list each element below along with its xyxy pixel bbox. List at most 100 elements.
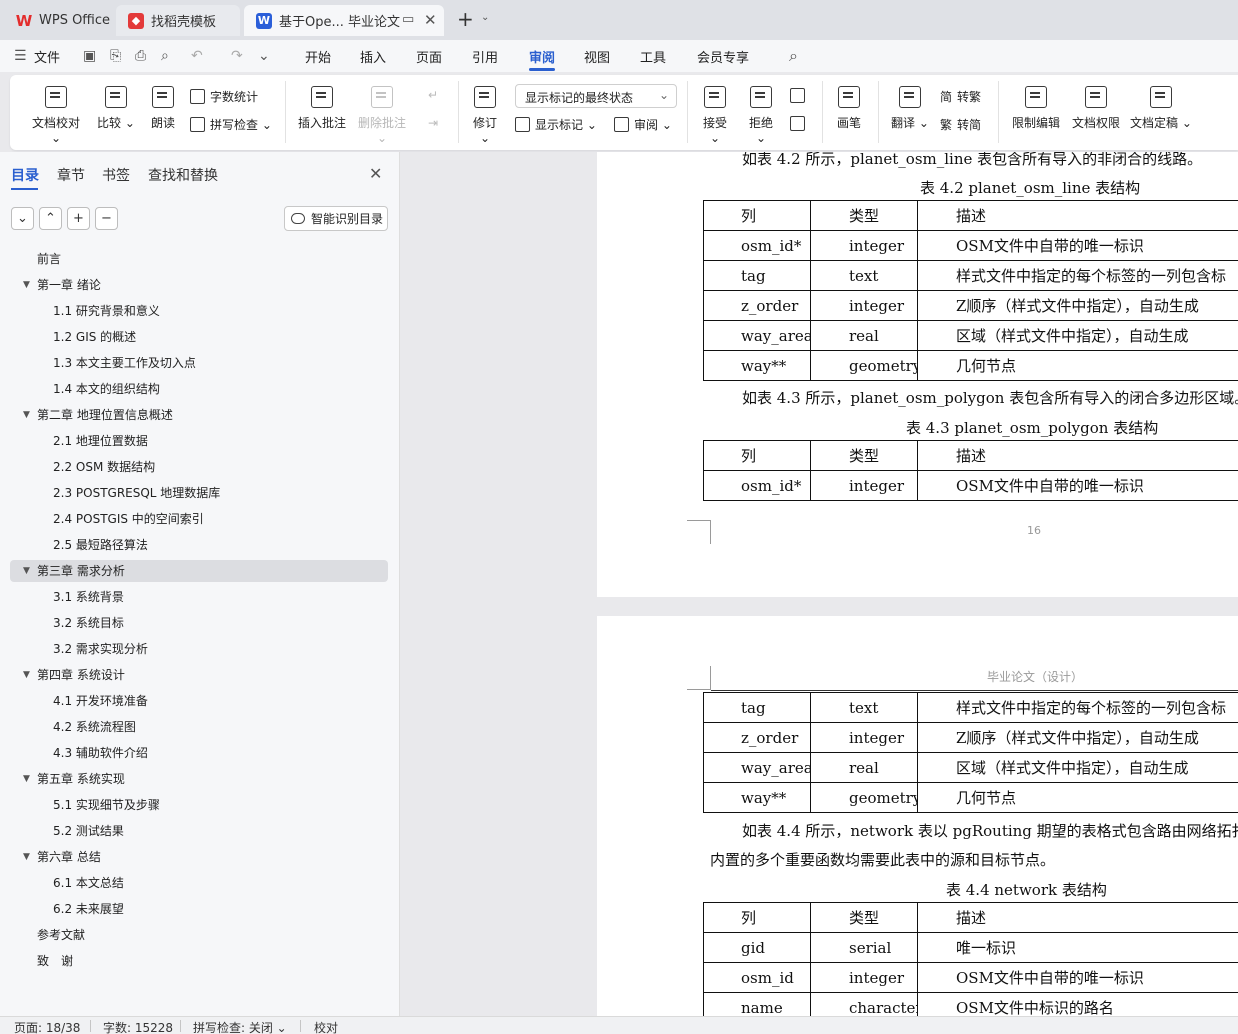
- tab-document[interactable]: W 基于Ope... 毕业论文 ▭ ✕: [244, 5, 444, 36]
- chevron-down-icon[interactable]: ⌄: [481, 12, 489, 23]
- menu-membership[interactable]: 会员专享: [697, 47, 749, 66]
- toc-item[interactable]: 2.2 OSM 数据结构: [53, 456, 155, 478]
- menu-references[interactable]: 引用: [472, 47, 498, 66]
- markup-state-select[interactable]: 显示标记的最终状态 ⌄: [515, 84, 677, 108]
- table[interactable]: 列类型 描述 gid serial 唯一标识 osm_id integer OSM文件中自带的…: [703, 902, 1238, 1016]
- add-heading-button[interactable]: +: [67, 207, 90, 230]
- toc-item[interactable]: 第三章 需求分析: [37, 560, 125, 582]
- next-change-button[interactable]: [790, 116, 810, 131]
- toc-item[interactable]: 5.2 测试结果: [53, 820, 124, 842]
- caret-down-icon[interactable]: ▼: [23, 768, 30, 790]
- document-page[interactable]: 毕业论文（设计） tag text 样式文件中指定的每个标签的一列包含标 z_orde…: [597, 616, 1238, 1016]
- remove-heading-button[interactable]: −: [95, 207, 118, 230]
- toc-item[interactable]: 第四章 系统设计: [37, 664, 125, 686]
- toc-item[interactable]: 3.1 系统背景: [53, 586, 124, 608]
- delete-comment-button[interactable]: 删除批注 ⌄: [357, 86, 407, 145]
- translate-button[interactable]: 翻译 ⌄: [890, 86, 930, 131]
- caret-down-icon[interactable]: ▼: [23, 560, 30, 582]
- toc-item[interactable]: 第一章 绪论: [37, 274, 101, 296]
- share-icon[interactable]: ⎘: [110, 48, 121, 64]
- table[interactable]: tag text 样式文件中指定的每个标签的一列包含标 z_order integer Z…: [703, 692, 1238, 813]
- page-indicator[interactable]: 页面: 18/38: [14, 1019, 80, 1034]
- menu-insert[interactable]: 插入: [360, 47, 386, 66]
- menu-tools[interactable]: 工具: [640, 47, 666, 66]
- finalize-button[interactable]: 文档定稿 ⌄: [1130, 86, 1192, 131]
- toc-item[interactable]: 1.2 GIS 的概述: [53, 326, 136, 348]
- caret-down-icon[interactable]: ▼: [23, 846, 30, 868]
- prev-change-button[interactable]: [790, 88, 810, 103]
- nav-tab-bookmarks[interactable]: 书签: [102, 165, 130, 185]
- close-tab-icon[interactable]: ✕: [424, 11, 437, 29]
- track-changes-button[interactable]: 修订 ⌄: [467, 86, 503, 145]
- toc-item[interactable]: 第二章 地理位置信息概述: [37, 404, 173, 426]
- compare-button[interactable]: 比较 ⌄: [96, 86, 136, 131]
- word-count-button[interactable]: 字数统计: [190, 88, 258, 105]
- toc-item[interactable]: 2.5 最短路径算法: [53, 534, 148, 556]
- to-traditional-button[interactable]: 简 转繁: [940, 88, 981, 105]
- accept-button[interactable]: 接受 ⌄: [697, 86, 733, 145]
- collapse-button[interactable]: ⌄: [11, 207, 34, 230]
- doc-proofread-button[interactable]: 文档校对 ⌄: [27, 86, 85, 145]
- toc-item[interactable]: 2.3 POSTGRESQL 地理数据库: [53, 482, 220, 504]
- next-comment-button[interactable]: ⇥: [428, 116, 438, 130]
- spell-check-button[interactable]: 拼写检查 ⌄: [190, 116, 272, 133]
- expand-button[interactable]: ⌃: [39, 207, 62, 230]
- nav-tab-find-replace[interactable]: 查找和替换: [148, 165, 218, 185]
- review-pane-button[interactable]: 审阅 ⌄: [614, 116, 672, 133]
- undo-icon[interactable]: ↶: [191, 48, 203, 64]
- toc-item[interactable]: 第五章 系统实现: [37, 768, 125, 790]
- nav-tab-toc[interactable]: 目录: [11, 165, 39, 185]
- new-tab-button[interactable]: +: [457, 9, 474, 29]
- table[interactable]: 列类型 描述 osm_id* integer OSM文件中自带的唯一标识 tag text 样…: [703, 200, 1238, 381]
- toc-item[interactable]: 参考文献: [37, 924, 85, 946]
- toc-item[interactable]: 2.1 地理位置数据: [53, 430, 148, 452]
- toc-item[interactable]: 3.2 需求实现分析: [53, 638, 148, 660]
- redo-icon[interactable]: ↷: [231, 48, 243, 64]
- print-preview-icon[interactable]: ⌕: [161, 48, 169, 64]
- prev-comment-button[interactable]: ↵: [428, 88, 438, 102]
- toc-item[interactable]: 1.3 本文主要工作及切入点: [53, 352, 196, 374]
- table[interactable]: 列类型 描述 osm_id* integer OSM文件中自带的唯一标识: [703, 440, 1238, 501]
- hamburger-icon[interactable]: ☰: [14, 48, 27, 64]
- print-icon[interactable]: ⎙: [135, 48, 146, 64]
- toc-item[interactable]: 第六章 总结: [37, 846, 101, 868]
- menu-file[interactable]: 文件: [34, 47, 60, 66]
- doc-permission-button[interactable]: 文档权限: [1070, 86, 1122, 131]
- save-icon[interactable]: ▣: [83, 48, 96, 64]
- window-mode-icon[interactable]: ▭: [402, 12, 414, 27]
- tab-wps-office[interactable]: W WPS Office: [4, 5, 112, 36]
- toc-item[interactable]: 3.2 系统目标: [53, 612, 124, 634]
- caret-down-icon[interactable]: ▼: [23, 404, 30, 426]
- reject-button[interactable]: 拒绝 ⌄: [743, 86, 779, 145]
- read-aloud-button[interactable]: 朗读: [148, 86, 178, 131]
- nav-tab-sections[interactable]: 章节: [57, 165, 85, 185]
- toc-item[interactable]: 6.1 本文总结: [53, 872, 124, 894]
- spell-check-indicator[interactable]: 拼写检查: 关闭 ⌄: [193, 1019, 287, 1034]
- toc-item[interactable]: 4.1 开发环境准备: [53, 690, 148, 712]
- close-icon[interactable]: ✕: [369, 164, 382, 183]
- show-markup-button[interactable]: 显示标记 ⌄: [515, 116, 597, 133]
- insert-comment-button[interactable]: 插入批注: [297, 86, 347, 131]
- menu-review[interactable]: 审阅: [529, 47, 555, 66]
- toc-item[interactable]: 6.2 未来展望: [53, 898, 124, 920]
- toc-item[interactable]: 2.4 POSTGIS 中的空间索引: [53, 508, 204, 530]
- to-simplified-button[interactable]: 繁 转简: [940, 116, 981, 133]
- toc-item[interactable]: 前言: [37, 248, 61, 270]
- document-page[interactable]: 如表 4.2 所示，planet_osm_line 表包含所有导入的非闭合的线路…: [597, 152, 1238, 597]
- toc-item[interactable]: 1.1 研究背景和意义: [53, 300, 160, 322]
- document-canvas[interactable]: 如表 4.2 所示，planet_osm_line 表包含所有导入的非闭合的线路…: [401, 152, 1238, 1016]
- chevron-down-icon[interactable]: ⌄: [258, 48, 270, 64]
- menu-home[interactable]: 开始: [305, 47, 331, 66]
- menu-page[interactable]: 页面: [416, 47, 442, 66]
- search-icon[interactable]: ⌕: [789, 46, 798, 66]
- word-count-indicator[interactable]: 字数: 15228: [103, 1019, 173, 1034]
- toc-item[interactable]: 5.1 实现细节及步骤: [53, 794, 160, 816]
- toc-item[interactable]: 致 谢: [37, 950, 73, 972]
- menu-view[interactable]: 视图: [584, 47, 610, 66]
- restrict-edit-button[interactable]: 限制编辑: [1010, 86, 1062, 131]
- ink-button[interactable]: 画笔: [834, 86, 864, 131]
- caret-down-icon[interactable]: ▼: [23, 274, 30, 296]
- tab-docer-templates[interactable]: ◆ 找稻壳模板: [116, 5, 240, 36]
- toc-item[interactable]: 1.4 本文的组织结构: [53, 378, 160, 400]
- proofread-indicator[interactable]: 校对: [314, 1019, 338, 1034]
